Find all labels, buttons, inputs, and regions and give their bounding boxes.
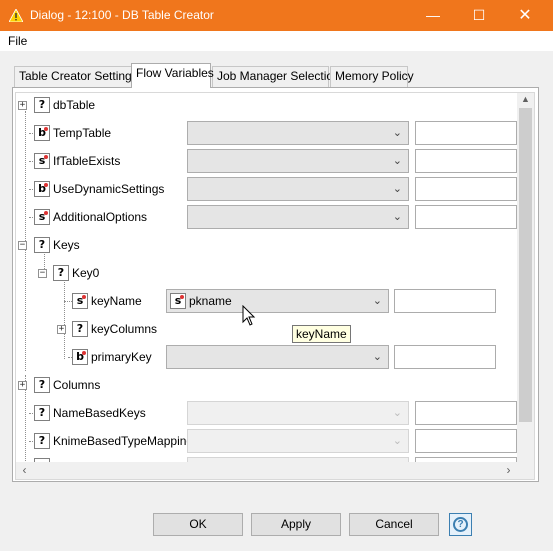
temptable-variable-select[interactable]: ⌄ — [187, 121, 409, 145]
tree-item-columns[interactable]: Columns — [53, 378, 100, 392]
chevron-down-icon: ⌄ — [392, 127, 402, 139]
question-type-icon: ? — [34, 433, 50, 449]
close-button[interactable]: ✕ — [502, 0, 548, 31]
keyname-variable-select[interactable]: s pkname ⌄ — [166, 289, 389, 313]
apply-button[interactable]: Apply — [251, 513, 341, 536]
boolean-type-icon: b — [72, 349, 88, 365]
keyname-tooltip: keyName — [292, 325, 351, 343]
tree-item-keys[interactable]: Keys — [53, 238, 80, 252]
knimebasedtypemapping-new-variable-input[interactable] — [415, 429, 517, 453]
additionaloptions-variable-select[interactable]: ⌄ — [187, 205, 409, 229]
string-type-icon: s — [72, 293, 88, 309]
ok-button[interactable]: OK — [153, 513, 243, 536]
expand-dbtable-toggle[interactable]: + — [18, 101, 27, 110]
tree-item-knimebasedtypemapping: KnimeBasedTypeMapping — [53, 434, 194, 448]
question-type-icon: ? — [34, 237, 50, 253]
string-type-icon: s — [34, 209, 50, 225]
vertical-scrollbar[interactable]: ▲ — [517, 93, 534, 462]
collapse-keys-toggle[interactable]: − — [18, 241, 27, 250]
namebasedkeys-variable-select: ⌄ — [187, 401, 409, 425]
help-button[interactable]: ? — [449, 513, 472, 536]
tree-item-iftableexists: IfTableExists — [53, 154, 121, 168]
namebasedkeys-new-variable-input[interactable] — [415, 401, 517, 425]
cancel-button[interactable]: Cancel — [349, 513, 439, 536]
tab-job-manager-selection[interactable]: Job Manager Selection — [212, 66, 340, 87]
chevron-down-icon: ⌄ — [392, 183, 402, 195]
knime-warning-icon — [9, 9, 23, 22]
tree-item-usedynamicsettings: UseDynamicSettings — [53, 182, 165, 196]
mouse-cursor-icon — [242, 305, 256, 326]
question-type-icon: ? — [34, 405, 50, 421]
chevron-down-icon: ⌄ — [372, 351, 382, 363]
tree-item-dbtable[interactable]: dbTable — [53, 98, 95, 112]
scroll-right-arrow-icon[interactable]: › — [500, 463, 517, 477]
question-type-icon: ? — [34, 377, 50, 393]
knimebasedtypemapping-variable-select: ⌄ — [187, 429, 409, 453]
vertical-scroll-thumb[interactable] — [519, 108, 532, 422]
menu-bar: File — [0, 31, 553, 51]
primarykey-variable-select[interactable]: ⌄ — [166, 345, 389, 369]
tree-item-additionaloptions: AdditionalOptions — [53, 210, 148, 224]
tree-connector — [64, 279, 65, 359]
chevron-down-icon: ⌄ — [392, 211, 402, 223]
title-bar[interactable]: Dialog - 12:100 - DB Table Creator — ☐ ✕ — [0, 0, 553, 31]
menu-file[interactable]: File — [8, 34, 27, 48]
question-type-icon: ? — [72, 321, 88, 337]
tree-connector — [25, 375, 26, 475]
tree-connector — [64, 301, 72, 302]
iftableexists-new-variable-input[interactable] — [415, 149, 517, 173]
tab-memory-policy[interactable]: Memory Policy — [330, 66, 414, 87]
tree-item-primarykey: primaryKey — [91, 350, 152, 364]
tree-item-temptable: TempTable — [53, 126, 112, 140]
chevron-down-icon: ⌄ — [392, 155, 402, 167]
minimize-button[interactable]: — — [410, 0, 456, 31]
tab-flow-variables[interactable]: Flow Variables — [131, 63, 214, 88]
boolean-type-icon: b — [34, 181, 50, 197]
chevron-down-icon: ⌄ — [392, 435, 402, 447]
keyname-selected-variable: pkname — [189, 294, 232, 308]
question-type-icon: ? — [34, 97, 50, 113]
scrollbar-corner — [517, 462, 534, 479]
tree-item-keycolumns[interactable]: keyColumns — [91, 322, 157, 336]
collapse-key0-toggle[interactable]: − — [38, 269, 47, 278]
chevron-down-icon: ⌄ — [372, 295, 382, 307]
tab-table-creator-settings[interactable]: Table Creator Settings — [14, 66, 138, 87]
string-type-icon: s — [170, 293, 186, 309]
usedynamicsettings-variable-select[interactable]: ⌄ — [187, 177, 409, 201]
additionaloptions-new-variable-input[interactable] — [415, 205, 517, 229]
chevron-down-icon: ⌄ — [392, 407, 402, 419]
scroll-left-arrow-icon[interactable]: ‹ — [16, 463, 33, 477]
usedynamicsettings-new-variable-input[interactable] — [415, 177, 517, 201]
keyname-new-variable-input[interactable] — [394, 289, 496, 313]
window-title: Dialog - 12:100 - DB Table Creator — [30, 8, 214, 22]
tree-item-keyname: keyName — [91, 294, 142, 308]
scroll-up-arrow-icon[interactable]: ▲ — [517, 94, 534, 104]
tree-item-namebasedkeys: NameBasedKeys — [53, 406, 146, 420]
string-type-icon: s — [34, 153, 50, 169]
horizontal-scrollbar[interactable]: ‹ › — [16, 462, 517, 479]
iftableexists-variable-select[interactable]: ⌄ — [187, 149, 409, 173]
expand-keycolumns-toggle[interactable]: + — [57, 325, 66, 334]
maximize-button[interactable]: ☐ — [456, 0, 502, 31]
boolean-type-icon: b — [34, 125, 50, 141]
expand-columns-toggle[interactable]: + — [18, 381, 27, 390]
primarykey-new-variable-input[interactable] — [394, 345, 496, 369]
tree-item-key0[interactable]: Key0 — [72, 266, 99, 280]
question-type-icon: ? — [53, 265, 69, 281]
help-icon: ? — [453, 517, 468, 532]
temptable-new-variable-input[interactable] — [415, 121, 517, 145]
